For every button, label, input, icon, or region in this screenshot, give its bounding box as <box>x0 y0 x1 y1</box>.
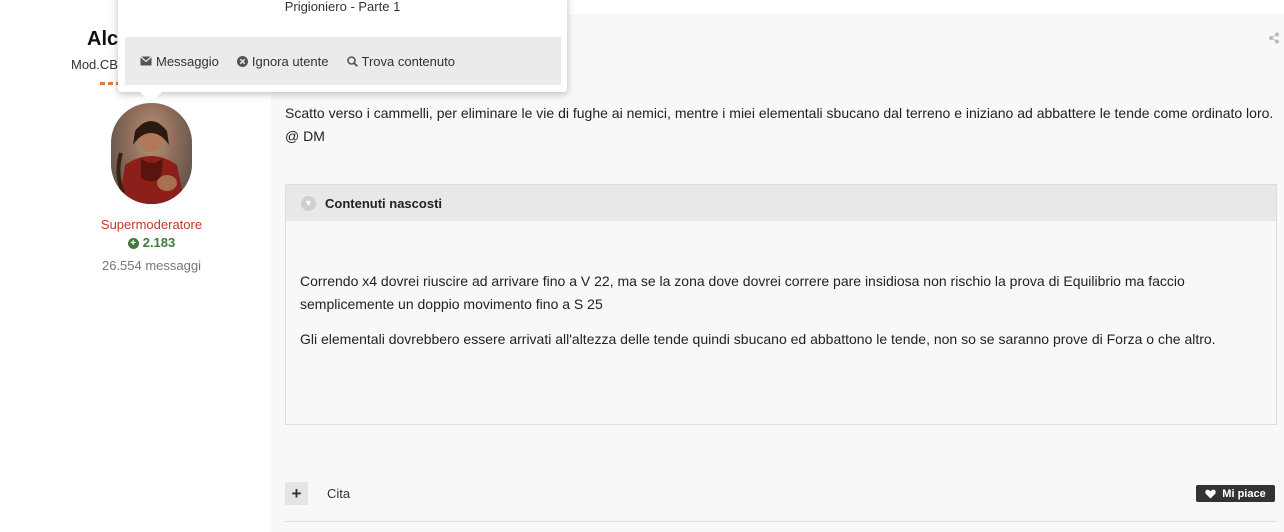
chevron-down-icon: ▼ <box>301 195 316 211</box>
plus-circle-icon: + <box>127 238 139 249</box>
hovercard-actions: Messaggio Ignora utente Trova contenuto <box>125 37 561 85</box>
hovercard-arrow <box>140 92 162 103</box>
spoiler-paragraph: Correndo x4 dovrei riuscire ad arrivare … <box>300 273 1185 312</box>
share-icon[interactable] <box>1268 32 1280 44</box>
quote-button[interactable]: Cita <box>327 486 350 501</box>
hovercard-title[interactable]: Prigioniero - Parte 1 <box>118 0 567 14</box>
author-role: Supermoderatore <box>100 217 203 232</box>
post-paragraph: @ DM <box>285 127 325 144</box>
user-hovercard: Prigioniero - Parte 1 Messaggio Ignora u… <box>118 0 567 103</box>
like-label: Mi piace <box>1222 487 1266 500</box>
author-name[interactable]: Alc <box>87 28 118 51</box>
hidden-content-spoiler: ▼ Contenuti nascosti Correndo x4 dovrei … <box>285 184 1277 425</box>
heart-icon <box>1205 489 1217 498</box>
divider <box>285 521 1277 522</box>
avatar-portrait-image <box>111 103 192 204</box>
spoiler-header[interactable]: ▼ Contenuti nascosti <box>286 185 1276 221</box>
author-group: Mod.CB <box>71 57 118 72</box>
close-circle-icon <box>236 55 248 67</box>
post-paragraph: Scatto verso i cammelli, per eliminare l… <box>285 105 1274 121</box>
find-content-label: Trova contenuto <box>361 53 455 69</box>
rank-bar <box>108 82 113 85</box>
message-button[interactable]: Messaggio <box>140 54 219 69</box>
message-label: Messaggio <box>156 53 219 69</box>
find-content-button[interactable]: Trova contenuto <box>346 53 455 69</box>
envelope-icon <box>140 56 152 66</box>
spoiler-body: Correndo x4 dovrei riuscire ad arrivare … <box>286 221 1276 351</box>
rank-bar <box>100 82 105 85</box>
spoiler-title: Contenuti nascosti <box>325 195 443 211</box>
like-button[interactable]: Mi piace <box>1196 485 1275 502</box>
author-post-count: 26.554 messaggi <box>101 258 201 273</box>
ignore-user-button[interactable]: Ignora utente <box>236 53 329 69</box>
post-body: Scatto verso i cammelli, per eliminare l… <box>285 102 1275 147</box>
multiquote-button[interactable]: + <box>285 482 308 505</box>
spoiler-paragraph: Gli elementali dovrebbero essere arrivat… <box>300 331 1216 347</box>
reputation-badge[interactable]: +2.183 <box>0 235 303 250</box>
reputation-value: 2.183 <box>142 235 176 250</box>
avatar[interactable] <box>111 103 192 204</box>
ignore-user-label: Ignora utente <box>251 53 329 69</box>
search-icon <box>346 55 358 67</box>
